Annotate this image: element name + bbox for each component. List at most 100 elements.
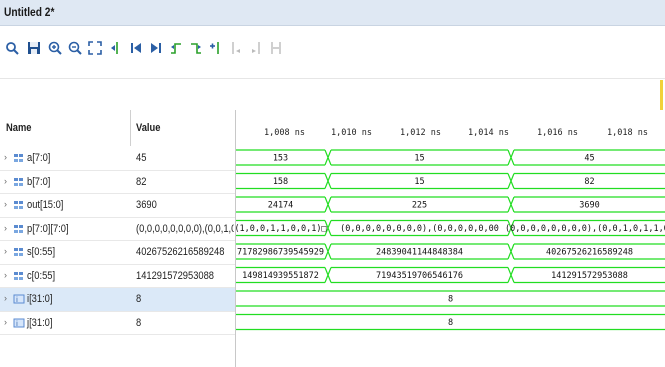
signal-name: p[7:0][7:0]: [27, 222, 69, 235]
expand-chevron-icon[interactable]: ›: [4, 270, 7, 280]
timeline-strip: [0, 78, 665, 110]
signal-row[interactable]: › i i[31:0] 8: [0, 288, 235, 311]
go-to-start-icon[interactable]: [128, 40, 144, 56]
svg-text:i: i: [16, 320, 18, 328]
waveform-value-label: 141291572953088: [551, 271, 628, 281]
save-icon[interactable]: [26, 40, 42, 56]
expand-chevron-icon[interactable]: ›: [4, 176, 7, 186]
waveform-value-label: 45: [584, 154, 594, 164]
waveform-value-label: 3690: [579, 201, 599, 211]
bus-signal-icon: [13, 176, 25, 188]
integer-signal-icon: i: [13, 317, 25, 329]
signal-row[interactable]: › c[0:55] 141291572953088: [0, 265, 235, 288]
waveform-trace[interactable]: 158 15 82: [236, 172, 665, 190]
signal-value: 141291572953088: [136, 269, 215, 282]
time-tick: 1,018 ns: [607, 128, 648, 138]
waveform-value-label: (0,0,0,0,0,0,0,0),(0,0,0,0,0,00: [340, 224, 499, 234]
signal-row[interactable]: › i j[31:0] 8: [0, 312, 235, 335]
expand-chevron-icon[interactable]: ›: [4, 317, 7, 327]
signal-value[interactable]: 8: [136, 293, 234, 305]
signal-name: j[31:0]: [27, 316, 53, 329]
signal-name: b[7:0]: [27, 175, 51, 188]
waveform-value-label: (0,0,0,0,0,0,0,0),(0,0,1,0,1,1,0C: [505, 224, 665, 234]
waveform-trace[interactable]: 8: [236, 313, 665, 331]
signal-row[interactable]: › a[7:0] 45: [0, 147, 235, 170]
zoom-out-icon[interactable]: [67, 40, 83, 56]
column-divider[interactable]: [130, 110, 131, 146]
bus-signal-icon: [13, 223, 25, 235]
swap-cursors-icon[interactable]: [268, 40, 284, 56]
window-titlebar: Untitled 2*: [0, 0, 665, 26]
waveform-area[interactable]: 153 15 45 158 15 82 24174 225 3690 (1,0,0,1,1,0,0…: [236, 146, 665, 367]
bus-signal-icon: [13, 246, 25, 258]
expand-chevron-icon[interactable]: ›: [4, 199, 7, 209]
signal-row[interactable]: › p[7:0][7:0] (0,0,0,0,0,0,0,0),(0,0,1,0,1: [0, 218, 235, 241]
waveform-value-label: 149814939551872: [242, 271, 319, 281]
signal-name: i[31:0]: [27, 293, 53, 305]
add-marker-icon[interactable]: [208, 40, 224, 56]
signal-row[interactable]: › b[7:0] 82: [0, 171, 235, 194]
signal-row[interactable]: › s[0:55] 40267526216589248: [0, 241, 235, 264]
waveform-value-label: 8: [448, 318, 453, 328]
waveform-value-label: 82: [584, 177, 594, 187]
waveform-value-label: 71943519706546176: [376, 271, 463, 281]
waveform-value-label: 158: [273, 177, 288, 187]
signal-name: a[7:0]: [27, 152, 51, 164]
signal-value: (0,0,0,0,0,0,0,0),(0,0,1,0,1: [136, 222, 234, 235]
zoom-fit-icon[interactable]: [87, 40, 103, 56]
bus-signal-icon: [13, 199, 25, 211]
value-column-header[interactable]: Value: [136, 122, 160, 134]
signal-name: out[15:0]: [27, 199, 64, 211]
zoom-in-icon[interactable]: [47, 40, 63, 56]
search-icon[interactable]: [4, 40, 20, 56]
next-transition-icon[interactable]: [188, 40, 204, 56]
waveform-value-label: 24174: [268, 201, 294, 211]
waveform-trace[interactable]: 8: [236, 290, 665, 307]
previous-transition-icon[interactable]: [168, 40, 184, 56]
expand-chevron-icon[interactable]: ›: [4, 223, 7, 233]
signal-value: 3690: [136, 199, 157, 211]
waveform-value-label: 40267526216589248: [546, 248, 633, 258]
signal-value: 45: [136, 152, 147, 164]
waveform-trace[interactable]: (1,0,0,1,1,0,0,1)□ (0,0,0,0,0,0,0,0),(0,0…: [236, 219, 665, 237]
waveform-trace[interactable]: 149814939551872 71943519706546176 14129157…: [236, 266, 665, 284]
integer-signal-icon: i: [13, 293, 25, 305]
name-column-header[interactable]: Name: [6, 122, 31, 134]
signal-row[interactable]: › out[15:0] 3690: [0, 194, 235, 217]
waveform-value-label: 225: [412, 201, 427, 211]
waveform-value-label: 8: [448, 295, 453, 305]
previous-marker-icon[interactable]: [228, 40, 244, 56]
waveform-value-label: 15: [414, 177, 424, 187]
toolbar: [0, 26, 665, 78]
cursor-marker[interactable]: [660, 80, 663, 114]
signal-name: s[0:55]: [27, 246, 56, 258]
waveform-trace[interactable]: 71782986739545929 24839041144848384 402675…: [236, 243, 665, 260]
waveform-value-label: 153: [273, 154, 288, 164]
time-tick: 1,014 ns: [468, 128, 509, 138]
signal-value: 40267526216589248: [136, 246, 225, 258]
time-tick: 1,008 ns: [264, 128, 305, 138]
go-to-end-icon[interactable]: [148, 40, 164, 56]
bus-signal-icon: [13, 152, 25, 164]
time-tick: 1,010 ns: [331, 128, 372, 138]
bus-signal-icon: [13, 270, 25, 282]
window-title: Untitled 2*: [4, 5, 55, 19]
row-divider: [0, 334, 235, 335]
signal-name: c[0:55]: [27, 269, 56, 282]
waveform-value-label: 15: [414, 154, 424, 164]
time-tick: 1,016 ns: [537, 128, 578, 138]
next-marker-icon[interactable]: [248, 40, 264, 56]
go-to-cursor-icon[interactable]: [108, 40, 124, 56]
waveform-trace[interactable]: 153 15 45: [236, 149, 665, 166]
signal-value: 82: [136, 175, 147, 188]
waveform-trace[interactable]: 24174 225 3690: [236, 196, 665, 213]
time-tick: 1,012 ns: [400, 128, 441, 138]
waveform-value-label: 24839041144848384: [376, 248, 463, 258]
waveform-value-label: (1,0,0,1,1,0,0,1)□: [236, 224, 327, 234]
waveform-value-label: 71782986739545929: [237, 248, 324, 258]
expand-chevron-icon[interactable]: ›: [4, 152, 7, 162]
expand-chevron-icon[interactable]: ›: [4, 246, 7, 256]
expand-chevron-icon[interactable]: ›: [4, 293, 7, 303]
signal-value: 8: [136, 316, 142, 329]
svg-text:i: i: [16, 296, 18, 304]
